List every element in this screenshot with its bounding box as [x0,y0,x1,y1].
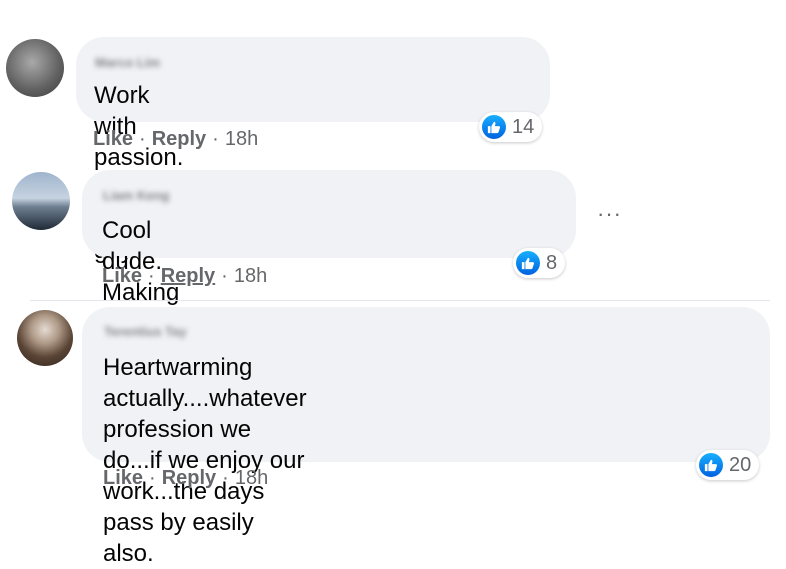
comment-author[interactable]: Liam Keng [103,188,169,203]
comment-actions: Like · Reply · 18h [103,467,268,490]
reaction-count[interactable]: 14 [479,112,543,142]
separator: · [212,128,219,150]
like-link[interactable]: Like [93,128,133,150]
comment-author[interactable]: Terentius Tay [104,324,187,339]
comment-text-line: also. [103,540,154,567]
separator: · [139,128,146,150]
comment-author[interactable]: Marco Lim [95,55,160,70]
thumbs-up-icon [482,115,506,139]
reply-link[interactable]: Reply [152,128,206,150]
comment-text-line: do...if we enjoy our work...the days pas… [103,447,305,536]
like-link[interactable]: Like [103,467,143,489]
comment-actions: Like · Reply · 18h [102,265,267,288]
comment-actions: Like · Reply · 18h [93,128,258,151]
like-link[interactable]: Like [102,265,142,287]
comment-text-line: Heartwarming actually....whatever profes… [103,354,307,443]
avatar[interactable] [17,310,73,366]
reaction-count-value: 20 [729,453,752,476]
separator: · [148,265,155,287]
comment-timestamp[interactable]: 18h [225,128,258,150]
reply-link[interactable]: Reply [161,265,215,287]
reaction-count-value: 14 [512,115,535,138]
reaction-count[interactable]: 20 [696,450,760,480]
comment-timestamp[interactable]: 18h [235,467,268,489]
avatar[interactable] [6,39,64,97]
more-options-icon[interactable]: ··· [597,203,622,225]
avatar[interactable] [12,172,70,230]
reaction-count-value: 8 [546,251,558,274]
thumbs-up-icon [699,453,723,477]
separator: · [149,467,156,489]
reaction-count[interactable]: 8 [513,248,566,278]
divider [30,300,770,301]
comment-text: Heartwarming actually....whatever profes… [103,352,307,569]
separator: · [222,467,229,489]
thumbs-up-icon [516,251,540,275]
comment-timestamp[interactable]: 18h [234,265,267,287]
separator: · [221,265,228,287]
reply-link[interactable]: Reply [162,467,216,489]
